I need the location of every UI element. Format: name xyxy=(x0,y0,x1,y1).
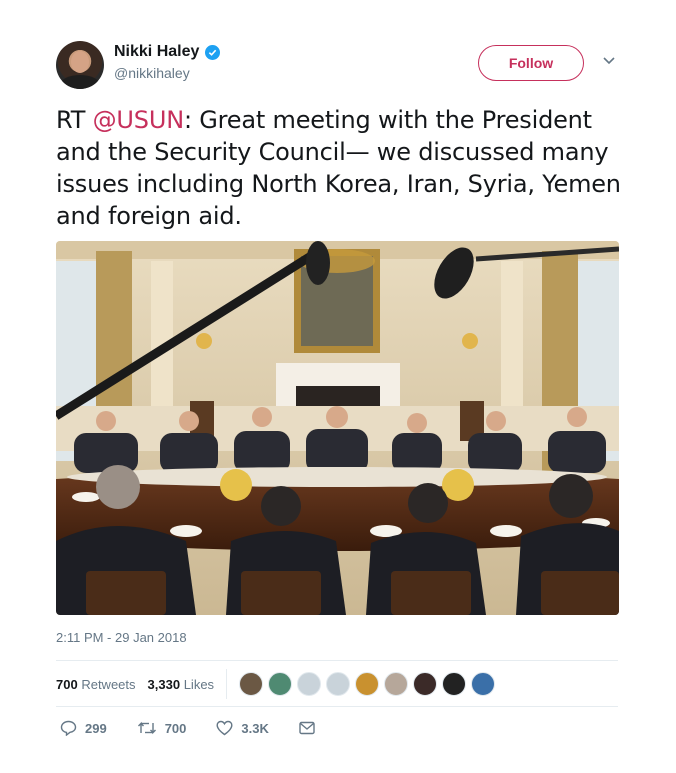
display-name-row[interactable]: Nikki Haley xyxy=(114,43,221,61)
like-button[interactable]: 3.3K xyxy=(216,720,269,736)
chevron-down-icon[interactable] xyxy=(601,55,617,67)
tweet-card: Nikki Haley @nikkihaley Follow RT @USUN:… xyxy=(0,0,676,773)
avatar[interactable] xyxy=(56,41,104,89)
divider xyxy=(56,706,618,707)
reply-count: 299 xyxy=(85,720,107,736)
reply-icon xyxy=(60,720,77,736)
retweet-button[interactable]: 700 xyxy=(137,720,187,736)
liker-avatar[interactable] xyxy=(471,672,496,696)
tweet-actions: 299 700 3.3K xyxy=(60,720,353,736)
stats-separator xyxy=(226,669,228,699)
likes-count: 3,330 xyxy=(147,676,181,692)
liker-avatar[interactable] xyxy=(442,672,467,696)
retweets-stat[interactable]: 700 Retweets xyxy=(56,677,136,692)
liker-avatar[interactable] xyxy=(297,672,322,696)
liker-avatar[interactable] xyxy=(326,672,351,696)
retweets-label: Retweets xyxy=(81,676,136,692)
liker-avatar[interactable] xyxy=(413,672,438,696)
tweet-text: RT @USUN: Great meeting with the Preside… xyxy=(56,104,626,232)
mention-link[interactable]: @USUN xyxy=(93,106,185,134)
retweet-prefix: RT xyxy=(56,106,93,134)
divider xyxy=(56,660,618,661)
avatar-shoulders xyxy=(60,75,100,89)
direct-message-icon xyxy=(299,721,315,735)
liker-avatars xyxy=(239,672,500,696)
likes-label: Likes xyxy=(183,676,215,692)
liker-avatar[interactable] xyxy=(239,672,264,696)
direct-message-button[interactable] xyxy=(299,721,323,735)
tweet-photo[interactable] xyxy=(56,241,619,615)
heart-icon xyxy=(216,720,233,736)
tweet-timestamp[interactable]: 2:11 PM - 29 Jan 2018 xyxy=(56,630,187,645)
user-handle[interactable]: @nikkihaley xyxy=(114,65,220,81)
liker-avatar[interactable] xyxy=(355,672,380,696)
user-info: Nikki Haley @nikkihaley xyxy=(114,43,221,81)
retweet-icon xyxy=(137,721,156,735)
retweets-count: 700 xyxy=(56,676,78,692)
tweet-stats: 700 Retweets 3,330 Likes xyxy=(56,668,500,700)
retweet-count: 700 xyxy=(164,720,187,736)
avatar-face xyxy=(71,51,89,73)
likes-stat[interactable]: 3,330 Likes xyxy=(148,677,215,692)
liker-avatar[interactable] xyxy=(384,672,409,696)
like-count: 3.3K xyxy=(241,720,269,736)
reply-button[interactable]: 299 xyxy=(60,720,107,736)
verified-badge-icon xyxy=(205,44,221,60)
follow-button[interactable]: Follow xyxy=(478,45,584,81)
liker-avatar[interactable] xyxy=(268,672,293,696)
display-name[interactable]: Nikki Haley xyxy=(114,43,199,61)
